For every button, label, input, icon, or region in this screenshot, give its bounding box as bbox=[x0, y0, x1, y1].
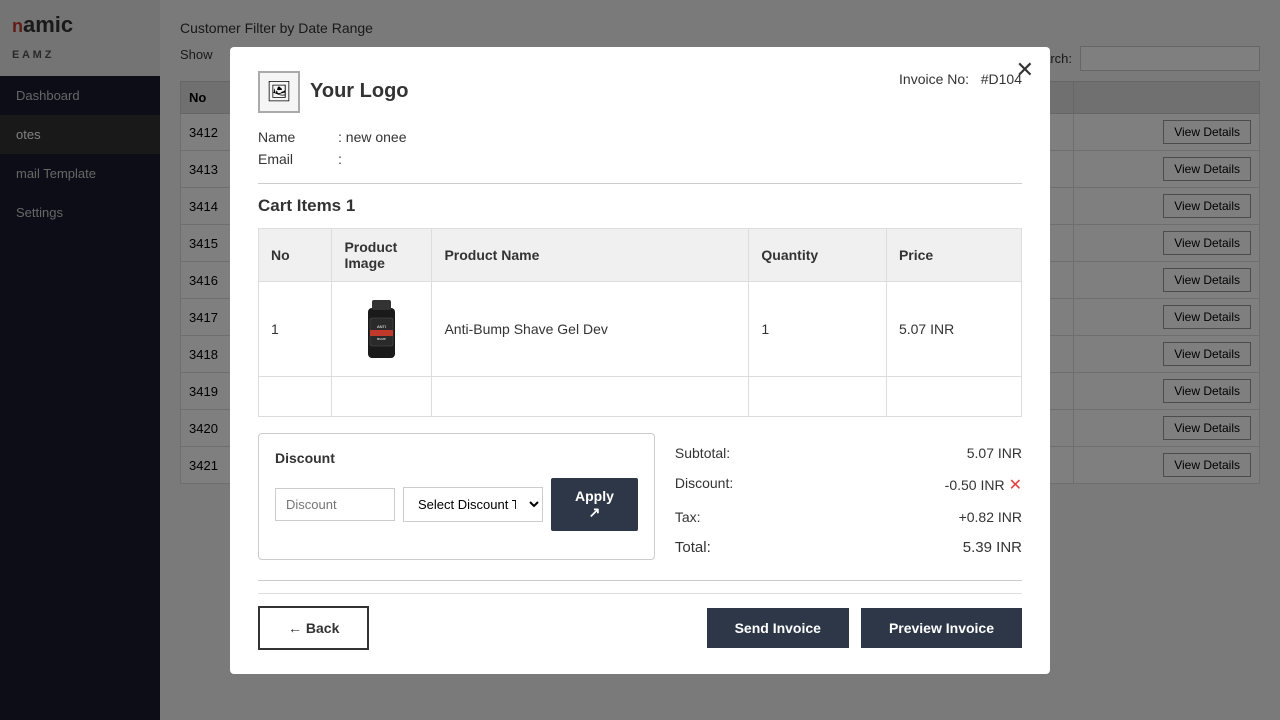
cart-cell-image: ANTI BUMP bbox=[332, 281, 432, 376]
discount-value: -0.50 INR ✕ bbox=[945, 475, 1022, 495]
cart-cell-qty: 1 bbox=[749, 281, 887, 376]
modal-overlay: ✕ 🖼 Your Logo Invoice No: #D104 Name : n… bbox=[0, 0, 1280, 720]
discount-row: Discount: -0.50 INR ✕ bbox=[675, 471, 1022, 499]
cart-row-empty bbox=[259, 376, 1022, 416]
product-image-svg: ANTI BUMP bbox=[354, 290, 409, 365]
discount-box: Discount Select Discount Typ Percentage … bbox=[258, 433, 655, 560]
modal-close-button[interactable]: ✕ bbox=[1016, 59, 1034, 81]
logo-area: 🖼 Your Logo bbox=[258, 71, 409, 113]
tax-label: Tax: bbox=[675, 509, 701, 525]
footer-right-buttons: Send Invoice Preview Invoice bbox=[707, 608, 1022, 648]
cart-cell-product-name: Anti-Bump Shave Gel Dev bbox=[432, 281, 749, 376]
subtotal-row: Subtotal: 5.07 INR bbox=[675, 441, 1022, 465]
discount-inputs: Select Discount Typ Percentage Fixed App… bbox=[275, 478, 638, 531]
remove-discount-icon[interactable]: ✕ bbox=[1009, 475, 1022, 495]
cart-col-qty: Quantity bbox=[749, 228, 887, 281]
bottom-section: Discount Select Discount Typ Percentage … bbox=[258, 433, 1022, 560]
svg-text:ANTI: ANTI bbox=[377, 324, 386, 329]
divider-bottom bbox=[258, 580, 1022, 581]
info-row-name: Name : new onee bbox=[258, 129, 1022, 145]
logo-icon: 🖼 bbox=[258, 71, 300, 113]
customer-info: Name : new onee Email : bbox=[258, 129, 1022, 167]
discount-label: Discount: bbox=[675, 475, 733, 495]
tax-row: Tax: +0.82 INR bbox=[675, 505, 1022, 529]
logo-text-label: Your Logo bbox=[310, 80, 409, 103]
back-button[interactable]: ← Back bbox=[258, 606, 369, 650]
logo-image-icon: 🖼 bbox=[266, 79, 291, 104]
discount-title: Discount bbox=[275, 450, 638, 466]
send-invoice-button[interactable]: Send Invoice bbox=[707, 608, 849, 648]
info-row-email: Email : bbox=[258, 151, 1022, 167]
preview-invoice-button[interactable]: Preview Invoice bbox=[861, 608, 1022, 648]
cart-col-no: No bbox=[259, 228, 332, 281]
cart-col-price: Price bbox=[886, 228, 1021, 281]
cart-cell-no: 1 bbox=[259, 281, 332, 376]
cart-row: 1 ANTI bbox=[259, 281, 1022, 376]
cart-cell-price: 5.07 INR bbox=[886, 281, 1021, 376]
modal-header: 🖼 Your Logo Invoice No: #D104 bbox=[258, 71, 1022, 113]
cart-col-image: Product Image bbox=[332, 228, 432, 281]
modal-footer: ← Back Send Invoice Preview Invoice bbox=[258, 593, 1022, 650]
subtotal-label: Subtotal: bbox=[675, 445, 730, 461]
total-value: 5.39 INR bbox=[963, 539, 1022, 556]
totals-area: Subtotal: 5.07 INR Discount: -0.50 INR ✕… bbox=[675, 433, 1022, 560]
total-row: Total: 5.39 INR bbox=[675, 535, 1022, 560]
discount-type-select[interactable]: Select Discount Typ Percentage Fixed bbox=[403, 487, 543, 522]
apply-button[interactable]: Apply ↗ bbox=[551, 478, 638, 531]
cart-col-name: Product Name bbox=[432, 228, 749, 281]
invoice-number-area: Invoice No: #D104 bbox=[899, 71, 1022, 87]
total-label: Total: bbox=[675, 539, 711, 556]
tax-value: +0.82 INR bbox=[959, 509, 1022, 525]
svg-text:BUMP: BUMP bbox=[378, 337, 387, 341]
subtotal-value: 5.07 INR bbox=[967, 445, 1022, 461]
discount-input[interactable] bbox=[275, 488, 395, 521]
cart-table: No Product Image Product Name Quantity P… bbox=[258, 228, 1022, 417]
divider-top bbox=[258, 183, 1022, 184]
invoice-modal: ✕ 🖼 Your Logo Invoice No: #D104 Name : n… bbox=[230, 47, 1050, 674]
cart-section-title: Cart Items 1 bbox=[258, 196, 1022, 216]
